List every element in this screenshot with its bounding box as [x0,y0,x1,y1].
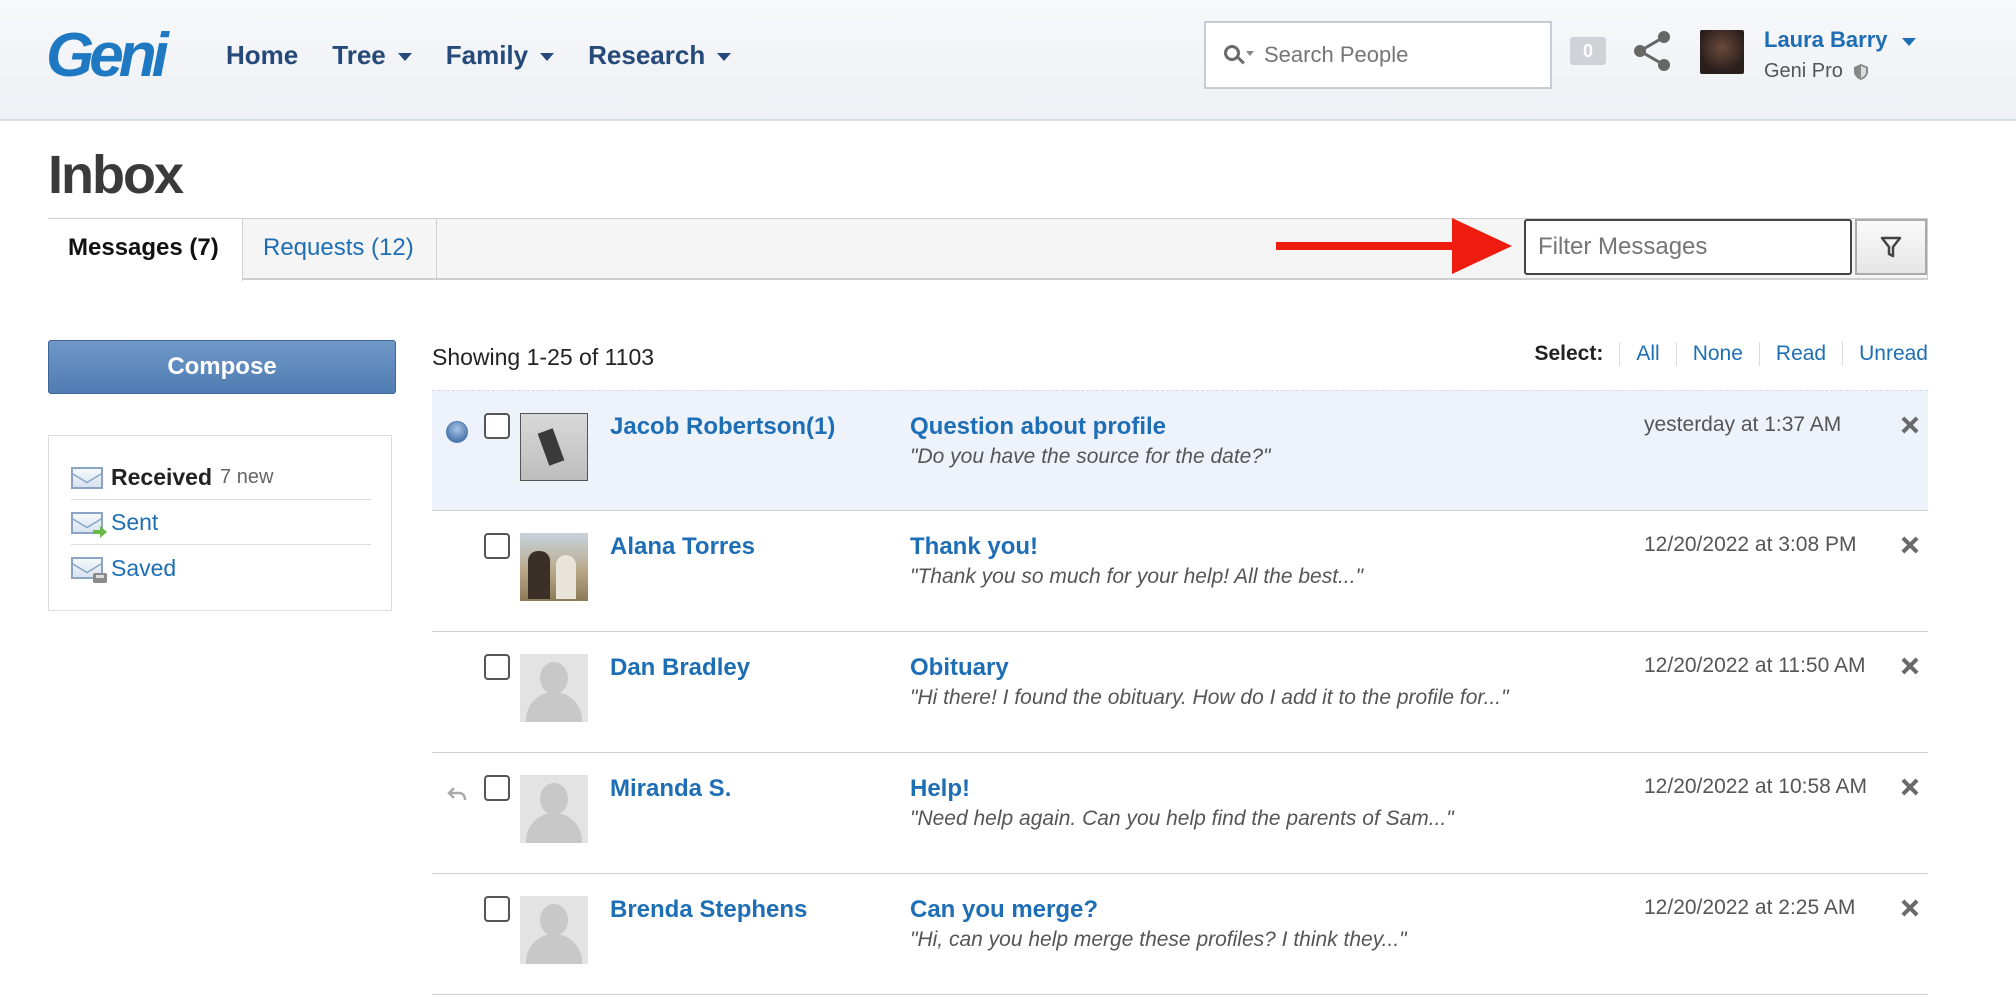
message-subject[interactable]: Help! [910,775,970,803]
select-read[interactable]: Read [1758,342,1842,366]
envelope-save-icon [71,557,107,583]
message-subject[interactable]: Thank you! [910,533,1038,561]
delete-icon[interactable] [1898,413,1922,437]
share-icon[interactable] [1632,30,1672,72]
new-count: 7 new [220,466,274,488]
message-subject[interactable]: Can you merge? [910,896,1098,924]
message-row[interactable]: Miranda S. Help! "Need help again. Can y… [432,753,1928,874]
silhouette-avatar[interactable] [520,896,588,964]
message-row[interactable]: Alana Torres Thank you! "Thank you so mu… [432,511,1928,632]
tab-requests[interactable]: Requests (12) [243,219,437,279]
user-name-label: Laura Barry [1764,27,1888,52]
select-bar: Select: All None Read Unread [1534,342,1928,366]
delete-icon[interactable] [1898,654,1922,678]
silhouette-avatar[interactable] [520,775,588,843]
message-list: Jacob Robertson(1) Question about profil… [432,390,1928,995]
main-nav: Home Tree Family Research [226,40,765,71]
message-checkbox[interactable] [484,775,510,801]
envelope-icon [71,466,103,489]
showing-count: Showing 1-25 of 1103 [432,344,655,370]
filter-icon [1880,236,1902,258]
nav-tree[interactable]: Tree [332,40,412,71]
nav-research-label: Research [588,40,706,70]
nav-home[interactable]: Home [226,40,298,71]
chevron-down-icon [1901,37,1916,46]
message-date: 12/20/2022 at 11:50 AM [1644,654,1866,677]
user-plan-label: Geni Pro [1764,60,1843,82]
nav-tree-label: Tree [332,40,386,70]
filter-messages-input[interactable] [1524,219,1852,275]
message-preview: "Hi, can you help merge these profiles? … [910,928,1407,951]
folder-list: Received 7 new Sent Saved [48,435,392,611]
user-avatar[interactable] [1700,30,1744,74]
sender-name[interactable]: Miranda S. [610,775,731,803]
folder-sent-label: Sent [111,509,159,535]
sender-name[interactable]: Dan Bradley [610,654,750,682]
message-subject[interactable]: Question about profile [910,413,1166,441]
search-people-input[interactable] [1264,42,1534,68]
chevron-down-icon [397,53,412,61]
silhouette-avatar[interactable] [520,654,588,722]
nav-family[interactable]: Family [445,40,555,71]
user-plan: Geni Pro [1764,60,1869,83]
shield-icon [1853,63,1868,80]
chevron-down-icon [717,53,732,61]
sender-name[interactable]: Jacob Robertson(1) [610,413,835,441]
select-unread[interactable]: Unread [1842,342,1928,366]
message-subject[interactable]: Obituary [910,654,1009,682]
message-checkbox[interactable] [484,533,510,559]
delete-icon[interactable] [1898,896,1922,920]
message-row[interactable]: Brenda Stephens Can you merge? "Hi, can … [432,874,1928,995]
nav-home-label: Home [226,40,299,70]
filter-button[interactable] [1855,219,1927,275]
message-checkbox[interactable] [484,654,510,680]
envelope-send-icon [71,511,107,538]
select-label: Select: [1534,342,1604,365]
folder-received-label: Received [111,464,213,490]
sender-photo[interactable] [520,533,588,601]
folder-saved-label: Saved [111,554,177,581]
folder-saved[interactable]: Saved [71,546,371,590]
unread-dot-icon [446,421,468,443]
red-arrow-annotation [1276,218,1512,274]
geni-logo[interactable]: Geni [46,25,169,87]
message-checkbox[interactable] [484,413,510,439]
sender-name[interactable]: Alana Torres [610,533,755,561]
message-preview: "Do you have the source for the date?" [910,445,1271,468]
message-preview: "Need help again. Can you help find the … [910,807,1454,830]
folder-received[interactable]: Received 7 new [71,456,371,500]
search-icon[interactable] [1224,43,1254,67]
chevron-down-icon [540,53,555,61]
nav-family-label: Family [445,40,529,70]
message-checkbox[interactable] [484,896,510,922]
select-all[interactable]: All [1619,342,1675,366]
reply-icon [447,787,467,801]
message-row[interactable]: Jacob Robertson(1) Question about profil… [432,390,1928,511]
tab-messages[interactable]: Messages (7) [48,219,243,281]
top-header: Geni Home Tree Family Research 0 Laura B… [0,0,2016,121]
compose-button[interactable]: Compose [48,340,396,394]
select-none[interactable]: None [1675,342,1759,366]
search-people-box [1204,21,1552,89]
sender-name[interactable]: Brenda Stephens [610,896,807,924]
user-menu[interactable]: Laura Barry [1764,27,1916,53]
folder-sent[interactable]: Sent [71,501,371,545]
message-date: 12/20/2022 at 3:08 PM [1644,533,1857,556]
delete-icon[interactable] [1898,775,1922,799]
delete-icon[interactable] [1898,533,1922,557]
message-preview: "Hi there! I found the obituary. How do … [910,686,1509,709]
message-date: 12/20/2022 at 10:58 AM [1644,775,1868,798]
sender-photo[interactable] [520,413,588,481]
message-preview: "Thank you so much for your help! All th… [910,565,1364,588]
message-date: 12/20/2022 at 2:25 AM [1644,896,1856,919]
message-date: yesterday at 1:37 AM [1644,413,1842,436]
nav-research[interactable]: Research [588,40,732,71]
page-title: Inbox [48,145,184,205]
notification-badge[interactable]: 0 [1570,37,1606,65]
message-row[interactable]: Dan Bradley Obituary "Hi there! I found … [432,632,1928,753]
